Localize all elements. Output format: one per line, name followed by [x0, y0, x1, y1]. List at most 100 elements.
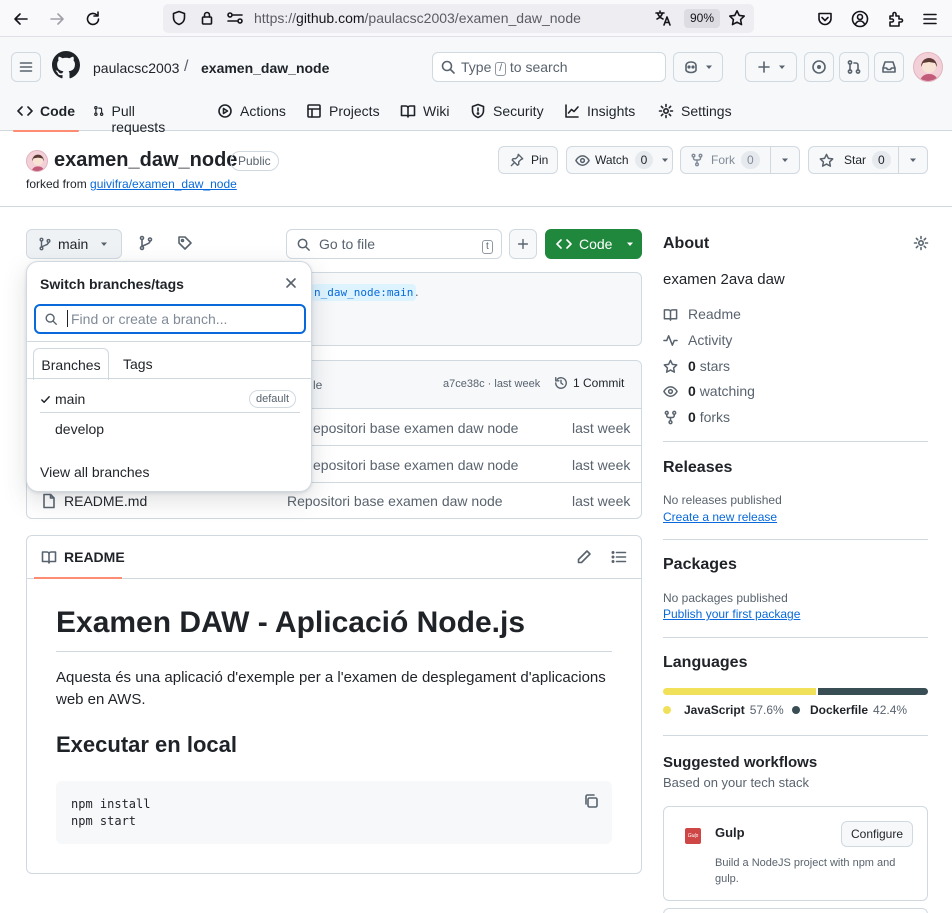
forked-from-link[interactable]: guivifra/examen_daw_node: [90, 177, 237, 191]
translate-icon[interactable]: [654, 9, 672, 27]
create-release-link[interactable]: Create a new release: [663, 510, 777, 524]
branch-icon: [39, 237, 51, 251]
commit-meta[interactable]: a7ce38c · last week: [443, 378, 540, 390]
zoom-level[interactable]: 90%: [684, 9, 721, 28]
language-javascript[interactable]: JavaScript 57.6%: [663, 703, 784, 717]
configure-button[interactable]: Configure: [841, 821, 913, 847]
watching-link[interactable]: 0 watching: [663, 383, 755, 399]
branch-filter-input[interactable]: Find or create a branch...: [34, 304, 306, 334]
issues-button[interactable]: [804, 52, 834, 82]
text-caret: [67, 310, 68, 327]
file-commit-message[interactable]: Repositori base examen daw node: [287, 493, 503, 509]
publish-package-link[interactable]: Publish your first package: [663, 607, 800, 621]
watch-button[interactable]: Watch 0: [566, 146, 673, 174]
file-icon: [42, 493, 56, 509]
reload-icon[interactable]: [81, 7, 105, 31]
upstream-ref[interactable]: n_daw_node:main: [311, 284, 417, 301]
fork-dropdown[interactable]: [769, 147, 799, 173]
languages-title: Languages: [663, 654, 748, 671]
add-file-button[interactable]: [509, 229, 537, 259]
readme-link[interactable]: Readme: [663, 306, 741, 322]
permissions-icon[interactable]: [226, 10, 244, 26]
user-avatar[interactable]: [913, 52, 943, 82]
tab-tags[interactable]: Tags: [123, 356, 153, 372]
go-to-file-input[interactable]: Go to file t: [286, 229, 502, 259]
tab-projects[interactable]: Projects: [306, 100, 380, 131]
gear-icon[interactable]: [913, 235, 929, 251]
code-block: npm install npm start: [56, 781, 612, 844]
eye-icon: [575, 154, 590, 166]
tag-icon[interactable]: [177, 235, 193, 251]
forward-icon[interactable]: [45, 7, 69, 31]
fork-button[interactable]: Fork 0: [681, 151, 770, 169]
chevron-down-icon: [662, 158, 669, 162]
activity-link[interactable]: Activity: [663, 332, 732, 348]
readme-paragraph: Aquesta és una aplicació d'exemple per a…: [56, 669, 606, 708]
stars-link[interactable]: 0 stars: [663, 358, 730, 374]
copilot-button[interactable]: [673, 52, 723, 82]
url-text[interactable]: https://github.com/paulacsc2003/examen_d…: [254, 10, 581, 26]
branch-item-main[interactable]: main default: [34, 386, 306, 412]
tab-insights[interactable]: Insights: [564, 100, 635, 131]
pocket-icon[interactable]: [813, 7, 837, 31]
menu-icon[interactable]: [918, 7, 942, 31]
branch-select-button[interactable]: main: [26, 229, 122, 259]
eye-icon: [663, 385, 678, 397]
url-bar[interactable]: https://github.com/paulacsc2003/examen_d…: [163, 4, 754, 33]
next-workflow-card-edge: [663, 908, 928, 913]
chevron-down-icon: [779, 65, 785, 69]
outline-list-icon[interactable]: [611, 549, 627, 565]
forks-link[interactable]: 0 forks: [663, 409, 730, 425]
tab-code[interactable]: Code: [13, 100, 79, 132]
edit-pencil-icon[interactable]: [576, 549, 592, 565]
search-icon: [296, 237, 311, 252]
tab-security[interactable]: Security: [470, 100, 544, 131]
lock-icon[interactable]: [199, 10, 215, 26]
tab-wiki[interactable]: Wiki: [400, 100, 449, 131]
github-logo-icon[interactable]: [52, 51, 80, 79]
code-icon: [556, 239, 572, 249]
pin-button[interactable]: Pin: [498, 146, 558, 174]
repo-link[interactable]: examen_daw_node: [201, 60, 329, 76]
bookmark-star-icon[interactable]: [728, 9, 746, 27]
extensions-icon[interactable]: [884, 7, 908, 31]
branches-icon[interactable]: [138, 235, 154, 251]
commit-message-partial: le: [313, 378, 323, 392]
pull-requests-button[interactable]: [839, 52, 869, 82]
create-new-button[interactable]: [745, 52, 797, 82]
commit-hash[interactable]: a7ce38c: [443, 378, 485, 390]
file-commit-message[interactable]: epositori base examen daw node: [313, 420, 518, 436]
owner-link[interactable]: paulacsc2003: [93, 60, 179, 76]
tab-branches[interactable]: Branches: [33, 348, 109, 380]
tab-pull-requests[interactable]: Pull requests: [93, 100, 170, 135]
copy-icon[interactable]: [583, 793, 599, 809]
star-button[interactable]: Star 0: [809, 151, 898, 169]
tab-settings[interactable]: Settings: [658, 100, 732, 131]
close-icon[interactable]: [284, 276, 298, 290]
packages-title[interactable]: Packages: [663, 556, 737, 574]
search-shortcut-key: /: [495, 62, 507, 76]
star-button-group: Star 0: [808, 146, 928, 174]
code-button[interactable]: Code: [545, 229, 642, 259]
back-icon[interactable]: [9, 7, 33, 31]
branch-name: develop: [55, 421, 105, 437]
workflow-description: Build a NodeJS project with npm and gulp…: [715, 857, 896, 885]
file-name-link[interactable]: README.md: [64, 493, 147, 509]
branch-item-develop[interactable]: develop: [34, 416, 306, 442]
commits-link[interactable]: 1 Commit: [554, 376, 624, 390]
book-icon: [41, 551, 57, 564]
shield-tracking-icon[interactable]: [171, 10, 187, 26]
star-dropdown[interactable]: [897, 147, 927, 173]
account-icon[interactable]: [848, 7, 872, 31]
readme-tab[interactable]: README: [41, 549, 125, 565]
hamburger-menu-button[interactable]: [11, 52, 41, 82]
repo-name[interactable]: examen_daw_node: [54, 149, 237, 172]
tab-actions[interactable]: Actions: [217, 100, 286, 131]
releases-title[interactable]: Releases: [663, 459, 732, 477]
inbox-button[interactable]: [874, 52, 904, 82]
file-commit-message[interactable]: epositori base examen daw node: [313, 457, 518, 473]
language-dockerfile[interactable]: Dockerfile 42.4%: [792, 703, 907, 717]
search-input[interactable]: Type / to search: [432, 52, 666, 82]
view-all-branches-link[interactable]: View all branches: [40, 464, 149, 480]
owner-avatar[interactable]: [26, 150, 48, 172]
